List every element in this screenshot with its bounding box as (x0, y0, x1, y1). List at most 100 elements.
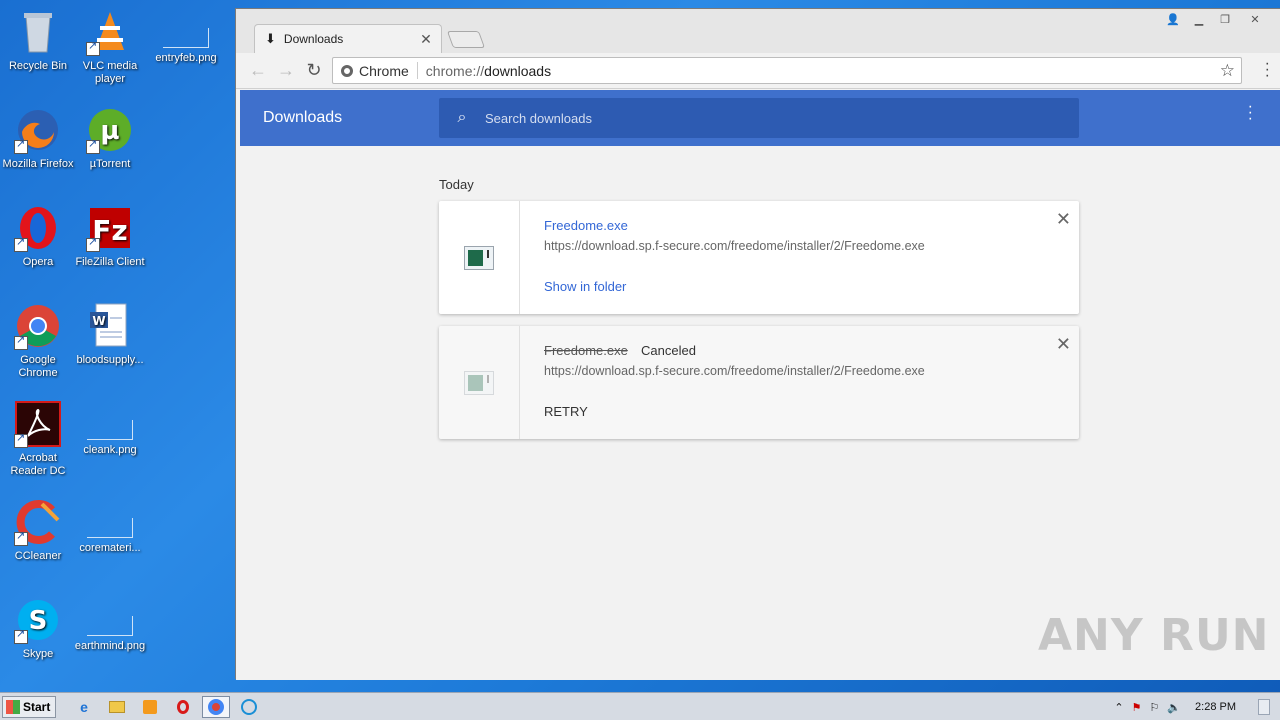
file-name: Freedome.exe (544, 343, 628, 358)
desktop-icon-acrobat[interactable]: Acrobat Reader DC (0, 400, 76, 478)
chrome-icon (341, 64, 353, 77)
desktop: Recycle Bin VLC media player entryfeb.pn… (0, 0, 240, 692)
window-controls: 👤 ▁ ❐ ✕ (1160, 10, 1272, 28)
download-item-canceled: Freedome.exe Canceled https://download.s… (439, 326, 1079, 439)
desktop-icon-coremateri[interactable]: coremateri... (72, 498, 148, 555)
desktop-icon-label: Opera (22, 256, 54, 268)
file-icon-column (439, 201, 520, 314)
download-status: Canceled (641, 343, 696, 358)
toolbar: ← → ↻ Chrome chrome://downloads ☆ · · · (236, 53, 1280, 89)
bookmark-star-icon[interactable]: ☆ (1220, 61, 1235, 81)
desktop-icon-label: entryfeb.png (155, 52, 217, 64)
filezilla-icon: Fz (86, 204, 134, 252)
utorrent-icon: µ (86, 106, 134, 154)
desktop-icon-entryfeb[interactable]: entryfeb.png (148, 8, 224, 65)
more-actions-icon[interactable]: · · · (1248, 99, 1253, 127)
chrome-window: ⬇ Downloads ✕ 👤 ▁ ❐ ✕ ← → ↻ Chrome chrom… (235, 8, 1280, 680)
new-tab-button[interactable] (446, 31, 486, 48)
retry-button[interactable]: RETRY (544, 404, 588, 419)
desktop-icon-label: VLC media player (82, 60, 138, 85)
svg-text:W: W (92, 314, 105, 328)
file-explorer-icon[interactable] (103, 696, 131, 718)
desktop-icon-label: Recycle Bin (8, 60, 68, 72)
tab-title: Downloads (283, 32, 344, 46)
downloads-header: Downloads ⌕ Search downloads · · · (240, 90, 1280, 146)
desktop-icon-label: Acrobat Reader DC (10, 452, 66, 477)
png-file-icon (163, 28, 209, 48)
downloads-list: Today Freedome.exe https://download.sp.f… (236, 146, 1280, 680)
desktop-icon-label: CCleaner (14, 550, 62, 562)
action-center-icon[interactable]: ⚐ (1149, 701, 1159, 714)
site-chip[interactable]: Chrome (333, 62, 418, 79)
show-hidden-icons-icon[interactable]: ⌃ (1114, 701, 1123, 714)
desktop-icon-label: µTorrent (89, 158, 131, 170)
firefox-icon (14, 106, 62, 154)
png-file-icon (87, 420, 133, 440)
desktop-icon-bloodsupply[interactable]: W bloodsupply... (72, 302, 148, 367)
desktop-icon-chrome[interactable]: Google Chrome (0, 302, 76, 380)
png-file-icon (87, 518, 133, 538)
profile-icon[interactable]: 👤 (1160, 10, 1186, 28)
desktop-icon-label: bloodsupply... (76, 354, 144, 366)
desktop-icon-label: Google Chrome (18, 354, 58, 379)
download-icon: ⬇ (265, 31, 276, 46)
system-tray: ⌃ ⚑ ⚐ 🔈 2:28 PM (1106, 693, 1280, 720)
clock[interactable]: 2:28 PM (1195, 701, 1236, 713)
file-url[interactable]: https://download.sp.f-secure.com/freedom… (544, 239, 925, 253)
minimize-button[interactable]: ▁ (1186, 10, 1212, 28)
desktop-icon-filezilla[interactable]: Fz FileZilla Client (72, 204, 148, 269)
desktop-icon-earthmind[interactable]: earthmind.png (72, 596, 148, 653)
png-file-icon (87, 616, 133, 636)
chrome-menu-icon[interactable]: · · · (1265, 56, 1270, 84)
chrome-taskbar-icon[interactable] (202, 695, 230, 718)
chrome-icon (14, 302, 62, 350)
forward-button[interactable]: → (272, 57, 300, 85)
desktop-icon-vlc[interactable]: VLC media player (72, 8, 148, 86)
file-url[interactable]: https://download.sp.f-secure.com/freedom… (544, 364, 925, 378)
file-name-link[interactable]: Freedome.exe (544, 218, 628, 233)
site-label: Chrome (359, 62, 409, 79)
taskbar: Start e ⌃ ⚑ ⚐ 🔈 2:28 PM (0, 692, 1280, 720)
show-desktop-button[interactable] (1258, 699, 1270, 715)
desktop-icon-label: cleank.png (83, 444, 137, 456)
reload-button[interactable]: ↻ (300, 57, 328, 85)
close-tab-icon[interactable]: ✕ (417, 31, 435, 48)
desktop-icon-label: Skype (22, 648, 54, 660)
restore-button[interactable]: ❐ (1212, 10, 1238, 28)
desktop-icon-utorrent[interactable]: µ µTorrent (72, 106, 148, 171)
date-section-label: Today (439, 177, 474, 192)
back-button[interactable]: ← (244, 57, 272, 85)
remove-from-list-icon[interactable]: ✕ (1056, 334, 1071, 355)
start-button[interactable]: Start (2, 695, 56, 718)
desktop-icon-firefox[interactable]: Mozilla Firefox (0, 106, 76, 171)
start-label: Start (23, 699, 51, 714)
desktop-icon-label: Mozilla Firefox (2, 158, 74, 170)
volume-icon[interactable]: 🔈 (1167, 701, 1181, 714)
network-app-icon[interactable] (235, 696, 263, 718)
internet-explorer-icon[interactable]: e (70, 696, 98, 718)
desktop-icon-cleank[interactable]: cleank.png (72, 400, 148, 457)
svg-text:S: S (29, 606, 48, 636)
url-text: chrome://downloads (418, 63, 551, 79)
skype-icon: S (14, 596, 62, 644)
remove-from-list-icon[interactable]: ✕ (1056, 209, 1071, 230)
desktop-icon-ccleaner[interactable]: CCleaner (0, 498, 76, 563)
page-title: Downloads (263, 109, 343, 126)
exe-file-icon (464, 245, 494, 270)
security-alert-icon[interactable]: ⚑ (1132, 701, 1142, 714)
opera-icon (14, 204, 62, 252)
desktop-icon-opera[interactable]: Opera (0, 204, 76, 269)
media-player-icon[interactable] (136, 696, 164, 718)
search-downloads-field[interactable]: ⌕ Search downloads (439, 98, 1079, 138)
acrobat-icon (14, 400, 62, 448)
desktop-icon-skype[interactable]: S Skype (0, 596, 76, 661)
desktop-icon-label: earthmind.png (74, 640, 146, 652)
opera-taskbar-icon[interactable] (169, 696, 197, 718)
desktop-icon-label: FileZilla Client (75, 256, 145, 268)
desktop-icon-recycle-bin[interactable]: Recycle Bin (0, 8, 76, 73)
tab-downloads[interactable]: ⬇ Downloads ✕ (254, 24, 442, 53)
address-bar[interactable]: Chrome chrome://downloads ☆ (332, 57, 1242, 84)
show-in-folder-link[interactable]: Show in folder (544, 279, 626, 294)
search-icon: ⌕ (457, 109, 467, 126)
close-window-button[interactable]: ✕ (1238, 10, 1272, 28)
